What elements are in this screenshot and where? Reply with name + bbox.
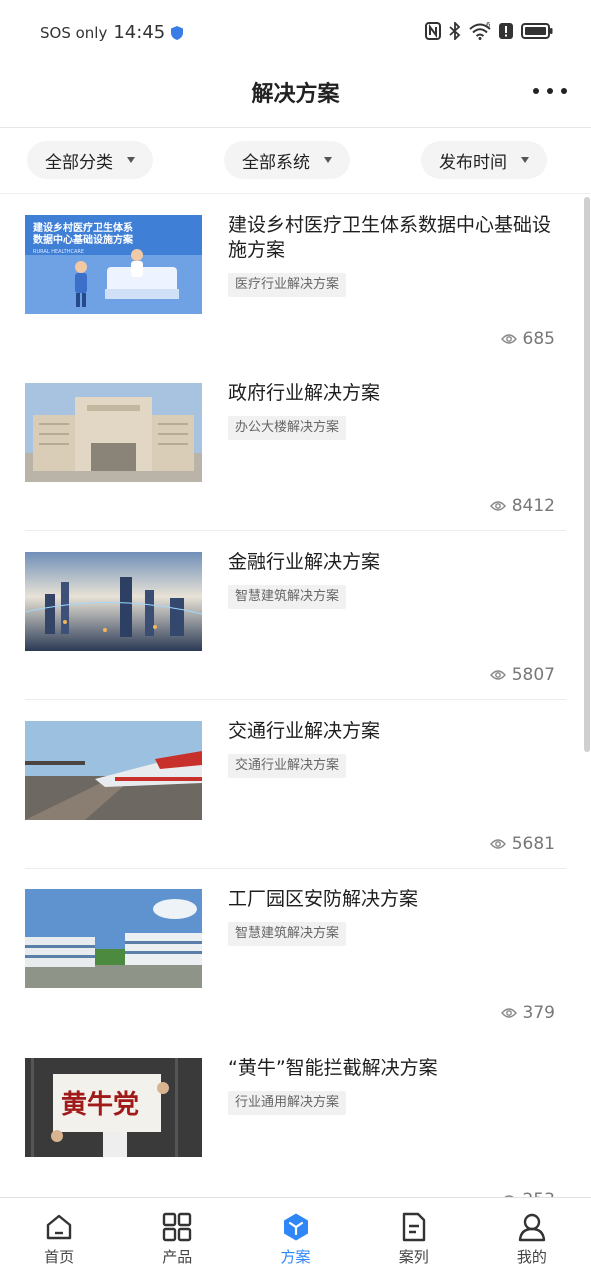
solution-thumbnail [25,721,202,820]
solution-tag: 智慧建筑解决方案 [228,585,347,609]
solution-thumbnail [25,383,202,482]
nav-label: 我的 [516,1248,547,1266]
wifi-icon: 6 [469,22,491,40]
eye-icon [489,670,506,680]
solution-title: “黄牛”智能拦截解决方案 [228,1057,438,1079]
scrollbar[interactable] [584,197,590,752]
eye-icon [500,1008,517,1018]
solution-thumbnail [25,889,202,988]
document-icon [402,1212,425,1242]
solution-card[interactable]: 建设乡村医疗卫生体系 数据中心基础设施方案 RURAL HEALTHCARE 建… [25,195,566,363]
solution-tag: 行业通用解决方案 [228,1091,347,1115]
eye-icon [500,334,517,344]
dot-icon [547,88,553,94]
publish-time-filter-dropdown[interactable]: 发布时间 [421,141,547,179]
view-count: 685 [500,329,555,349]
solution-title: 交通行业解决方案 [228,720,381,742]
view-count: 379 [500,1003,555,1023]
battery-icon [521,23,553,39]
solution-title: 建设乡村医疗卫生体系数据中心基础设施方案 [228,214,552,261]
user-icon [518,1213,546,1242]
view-count-value: 8412 [511,496,555,516]
clock: 14:45 [113,22,166,43]
view-count-value: 379 [522,1003,555,1023]
view-count: 5681 [489,834,555,854]
filter-label: 全部系统 [242,152,310,173]
more-options-button[interactable] [533,80,567,102]
nav-label: 方案 [280,1248,311,1266]
solution-card[interactable]: 工厂园区安防解决方案 智慧建筑解决方案 379 [25,869,566,1037]
svg-text:黄牛党: 黄牛党 [61,1090,139,1120]
view-count: 8412 [489,496,555,516]
bottom-navigation: 首页 产品 方案 案列 我的 [0,1197,591,1280]
nav-solutions[interactable]: 方案 [236,1198,354,1280]
solution-list: 建设乡村医疗卫生体系 数据中心基础设施方案 RURAL HEALTHCARE 建… [0,195,591,1197]
cube-icon [283,1213,308,1241]
svg-text:RURAL HEALTHCARE: RURAL HEALTHCARE [33,249,84,255]
solution-title: 工厂园区安防解决方案 [228,888,419,910]
solution-thumbnail: 建设乡村医疗卫生体系 数据中心基础设施方案 RURAL HEALTHCARE [25,215,202,314]
view-count-value: 253 [523,1190,555,1197]
solution-card[interactable]: 政府行业解决方案 办公大楼解决方案 8412 [25,363,566,531]
view-count: 253 [501,1190,555,1197]
caret-down-icon [127,157,135,163]
app-header: 解决方案 [0,66,591,128]
solution-thumbnail [25,552,202,651]
view-count: 5807 [489,665,555,685]
nav-label: 产品 [162,1248,193,1266]
caret-down-icon [324,157,332,163]
nav-home[interactable]: 首页 [0,1198,118,1280]
view-count-value: 5681 [511,834,555,854]
solution-tag: 办公大楼解决方案 [228,416,347,440]
solution-tag: 医疗行业解决方案 [228,273,347,297]
nfc-icon [425,22,441,40]
view-count-value: 5807 [511,665,555,685]
shield-icon [171,25,184,40]
filter-label: 全部分类 [45,152,113,173]
eye-icon [489,839,506,849]
svg-text:6: 6 [486,22,491,29]
bluetooth-icon [449,22,461,40]
grid-icon [163,1212,192,1242]
solution-title: 政府行业解决方案 [228,382,381,404]
dot-icon [533,88,539,94]
solution-title: 金融行业解决方案 [228,551,381,573]
filter-bar: 全部分类 全部系统 发布时间 [0,129,591,194]
svg-text:建设乡村医疗卫生体系: 建设乡村医疗卫生体系 [32,221,133,234]
category-filter-dropdown[interactable]: 全部分类 [27,141,153,179]
view-count-value: 685 [522,329,555,349]
solution-tag: 交通行业解决方案 [228,754,347,778]
status-bar: SOS only 14:45 6 [0,0,591,66]
solution-card[interactable]: 交通行业解决方案 交通行业解决方案 5681 [25,701,566,869]
solution-tag: 智慧建筑解决方案 [228,922,347,946]
nav-label: 案列 [398,1248,429,1266]
filter-label: 发布时间 [439,152,507,173]
nav-profile[interactable]: 我的 [473,1198,591,1280]
nav-cases[interactable]: 案列 [355,1198,473,1280]
nav-products[interactable]: 产品 [118,1198,236,1280]
solution-thumbnail: 黄牛党 [25,1058,202,1157]
carrier-status: SOS only [40,23,108,42]
svg-text:数据中心基础设施方案: 数据中心基础设施方案 [33,233,134,246]
dot-icon [561,88,567,94]
solution-card[interactable]: 金融行业解决方案 智慧建筑解决方案 5807 [25,532,566,700]
alert-icon [499,23,513,39]
home-icon [46,1214,72,1240]
nav-label: 首页 [44,1248,75,1266]
system-filter-dropdown[interactable]: 全部系统 [224,141,350,179]
caret-down-icon [521,157,529,163]
eye-icon [489,501,506,511]
solution-card[interactable]: 黄牛党 “黄牛”智能拦截解决方案 行业通用解决方案 253 [25,1038,566,1197]
page-title: 解决方案 [251,82,340,107]
